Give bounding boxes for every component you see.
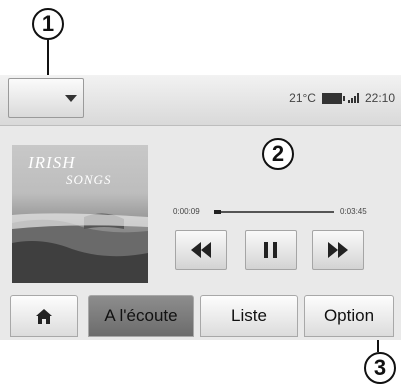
fast-forward-icon — [328, 242, 348, 258]
previous-track-button[interactable] — [175, 230, 227, 270]
home-icon — [36, 308, 52, 324]
tab-option[interactable]: Option — [304, 295, 394, 337]
clock: 22:10 — [364, 91, 395, 105]
total-time: 0:03:45 — [340, 207, 367, 216]
status-area: 21°C 22:10 — [289, 91, 395, 105]
next-track-button[interactable] — [312, 230, 364, 270]
pause-icon — [264, 242, 277, 258]
tab-listening[interactable]: A l'écoute — [88, 295, 194, 337]
battery-icon — [321, 92, 345, 104]
rewind-icon — [191, 242, 211, 258]
signal-icon — [347, 93, 359, 103]
progress-fill — [214, 210, 222, 214]
album-art: IRISH SONGS — [12, 145, 148, 283]
tab-home[interactable] — [10, 295, 78, 337]
callout-3: 3 — [364, 352, 396, 384]
source-dropdown[interactable] — [8, 78, 84, 118]
top-bar: 21°C 22:10 — [0, 75, 401, 126]
temperature: 21°C — [289, 91, 316, 105]
progress-bar[interactable] — [214, 210, 334, 214]
chevron-down-icon — [65, 95, 77, 102]
callout-1: 1 — [32, 8, 64, 40]
pause-button[interactable] — [245, 230, 297, 270]
tab-list[interactable]: Liste — [200, 295, 298, 337]
elapsed-time: 0:00:09 — [173, 207, 200, 216]
album-art-image — [12, 213, 148, 283]
callout-2: 2 — [262, 138, 294, 170]
